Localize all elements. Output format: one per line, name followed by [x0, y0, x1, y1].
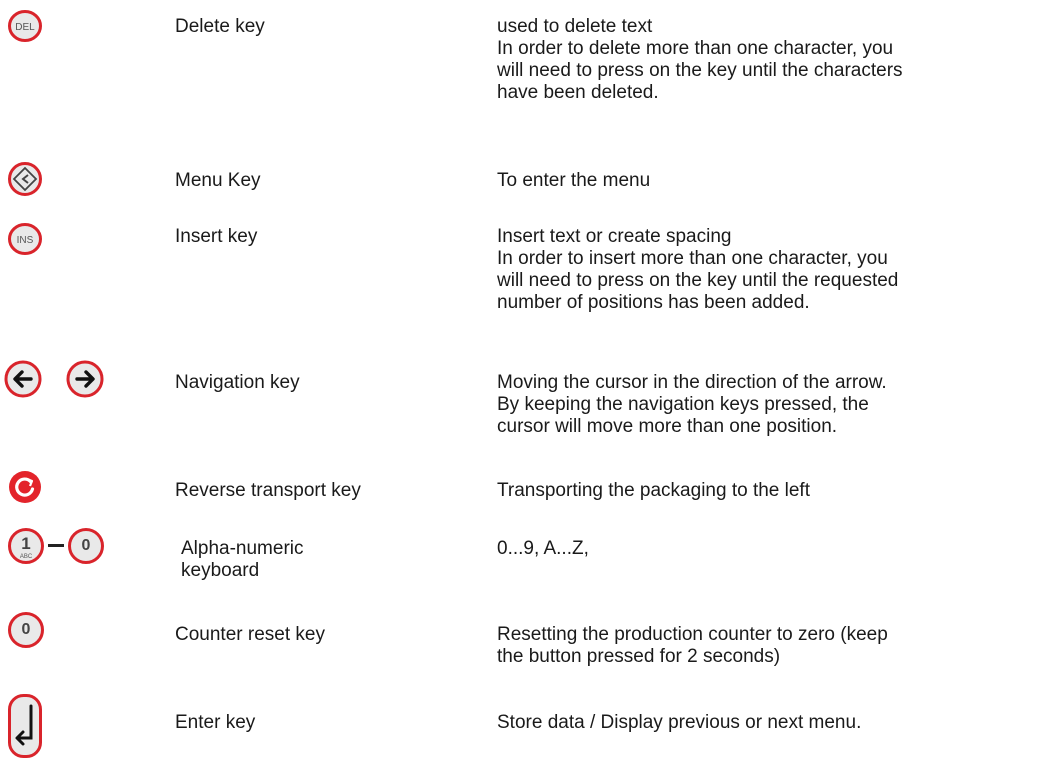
key-description: Moving the cursor in the direction of th… [497, 372, 887, 437]
svg-text:ABC: ABC [20, 554, 33, 560]
key-0-icon: 0 [68, 528, 104, 564]
reverse-transport-icon [8, 470, 42, 504]
del-key-icon: DEL [8, 10, 42, 42]
key-description: Insert text or create spacing In order t… [497, 226, 899, 313]
enter-key-icon [8, 694, 42, 758]
key-description: Resetting the production counter to zero… [497, 624, 888, 667]
key-name: Navigation key [175, 372, 300, 393]
svg-text:DEL: DEL [15, 22, 35, 33]
key-1-icon: 1 ABC [8, 528, 44, 564]
key-description: used to delete text In order to delete m… [497, 16, 903, 103]
key-name: Delete key [175, 16, 265, 37]
counter-reset-icon: 0 [8, 612, 44, 648]
dash-separator-icon [48, 544, 64, 548]
key-description: Store data / Display previous or next me… [497, 712, 862, 733]
menu-key-icon [8, 162, 42, 196]
key-name: Insert key [175, 226, 258, 247]
key-name: Alpha-numeric keyboard [181, 538, 304, 581]
key-description: 0...9, A...Z, [497, 538, 589, 559]
ins-key-icon: INS [8, 223, 42, 255]
svg-text:0: 0 [82, 537, 91, 554]
key-name: Enter key [175, 712, 256, 733]
key-description: Transporting the packaging to the left [497, 480, 810, 501]
svg-text:0: 0 [22, 621, 31, 638]
arrow-left-icon [4, 360, 42, 398]
svg-text:INS: INS [17, 235, 34, 246]
key-name: Reverse transport key [175, 480, 361, 501]
key-name: Menu Key [175, 170, 261, 191]
key-description: To enter the menu [497, 170, 651, 191]
key-name: Counter reset key [175, 624, 325, 645]
arrow-right-icon [66, 360, 104, 398]
svg-text:1: 1 [21, 534, 30, 553]
